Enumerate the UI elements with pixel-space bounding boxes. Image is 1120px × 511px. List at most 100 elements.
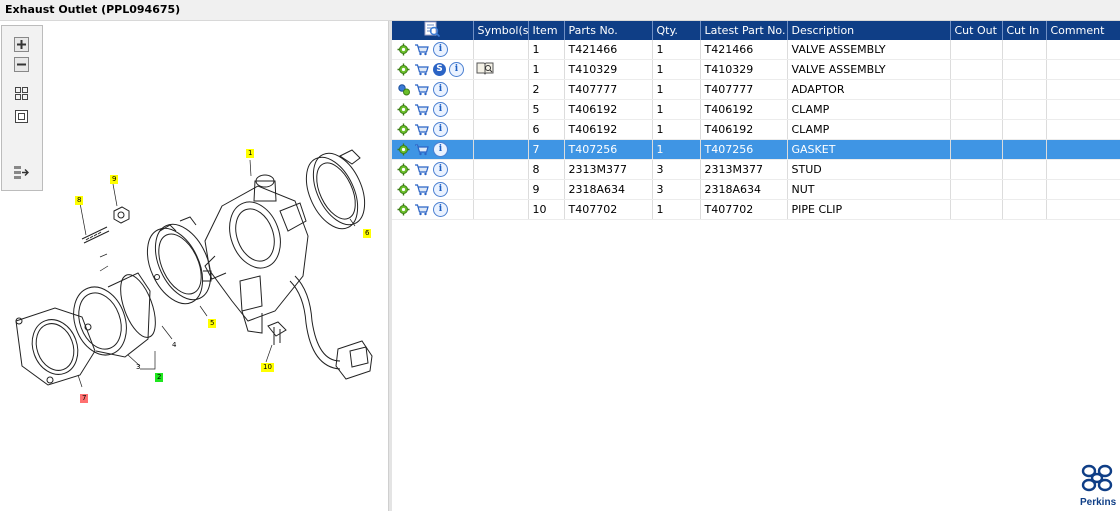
info-icon[interactable]: i (433, 202, 448, 217)
column-header-qty[interactable]: Qty. (652, 21, 701, 40)
settings-gear-icon[interactable] (397, 143, 411, 157)
supersession-icon[interactable]: S (433, 63, 446, 76)
cell-qty: 1 (652, 59, 701, 80)
cell-comment (1046, 139, 1120, 160)
row-actions: i (392, 199, 474, 220)
callout-label[interactable]: 8 (75, 196, 84, 205)
cell-symbols (473, 79, 529, 100)
cell-latest-part-no: T421466 (700, 40, 788, 60)
cell-parts-no: T406192 (564, 119, 653, 140)
page-title: Exhaust Outlet (PPL094675) (5, 3, 181, 16)
options-gear-icon[interactable] (397, 83, 411, 97)
column-header-item[interactable]: Item (528, 21, 565, 40)
table-row[interactable]: i 10 T407702 1 T407702 PIPE CLIP (392, 199, 1120, 220)
info-icon[interactable]: i (433, 122, 448, 137)
info-icon[interactable]: i (449, 62, 464, 77)
add-to-cart-icon[interactable] (414, 163, 430, 177)
add-to-cart-icon[interactable] (414, 103, 430, 117)
cell-cut-out (950, 99, 1003, 120)
table-header: Symbol(s) Item Parts No. Qty. Latest Par… (392, 21, 1120, 40)
add-to-cart-icon[interactable] (414, 143, 430, 157)
cell-cut-in (1002, 40, 1047, 60)
cell-cut-out (950, 59, 1003, 80)
table-row[interactable]: i 9 2318A634 3 2318A634 NUT (392, 179, 1120, 200)
manual-reference-icon[interactable] (476, 61, 494, 78)
settings-gear-icon[interactable] (397, 43, 411, 57)
cell-cut-in (1002, 59, 1047, 80)
cell-cut-out (950, 139, 1003, 160)
add-to-cart-icon[interactable] (414, 43, 430, 57)
add-to-cart-icon[interactable] (414, 183, 430, 197)
callout-label[interactable]: 6 (363, 229, 372, 238)
row-actions: Si (392, 59, 474, 80)
callout-label[interactable]: 7 (80, 394, 89, 403)
table-row[interactable]: i 8 2313M377 3 2313M377 STUD (392, 159, 1120, 180)
column-header-actions[interactable] (392, 21, 474, 40)
cell-symbols (473, 99, 529, 120)
parts-list-panel: Symbol(s) Item Parts No. Qty. Latest Par… (392, 21, 1120, 511)
column-header-comment[interactable]: Comment (1046, 21, 1120, 40)
callout-label[interactable]: 2 (155, 373, 164, 382)
cell-cut-in (1002, 199, 1047, 220)
add-to-cart-icon[interactable] (414, 123, 430, 137)
column-header-description[interactable]: Description (787, 21, 951, 40)
cell-qty: 1 (652, 40, 701, 60)
cell-cut-in (1002, 159, 1047, 180)
table-row[interactable]: i 2 T407777 1 T407777 ADAPTOR (392, 79, 1120, 100)
cell-qty: 1 (652, 199, 701, 220)
cell-description: VALVE ASSEMBLY (787, 59, 951, 80)
cell-parts-no: 2313M377 (564, 159, 653, 180)
settings-gear-icon[interactable] (397, 163, 411, 177)
table-row[interactable]: Si 1 T410329 1 T410329 VALVE ASSEMBLY (392, 59, 1120, 80)
callout-label[interactable]: 10 (261, 363, 274, 372)
add-to-cart-icon[interactable] (414, 203, 430, 217)
row-actions: i (392, 40, 474, 60)
cell-item: 9 (528, 179, 565, 200)
cell-cut-out (950, 79, 1003, 100)
cell-item: 5 (528, 99, 565, 120)
cell-cut-out (950, 159, 1003, 180)
callout-label[interactable]: 5 (208, 319, 217, 328)
column-header-parts-no[interactable]: Parts No. (564, 21, 653, 40)
settings-gear-icon[interactable] (397, 63, 411, 77)
settings-gear-icon[interactable] (397, 103, 411, 117)
table-row[interactable]: i 5 T406192 1 T406192 CLAMP (392, 99, 1120, 120)
column-header-latest-part-no[interactable]: Latest Part No. (700, 21, 788, 40)
column-header-cut-in[interactable]: Cut In (1002, 21, 1047, 40)
cell-description: VALVE ASSEMBLY (787, 40, 951, 60)
info-icon[interactable]: i (433, 142, 448, 157)
settings-gear-icon[interactable] (397, 203, 411, 217)
callout-label[interactable]: 4 (170, 341, 178, 350)
cell-symbols (473, 119, 529, 140)
cell-description: NUT (787, 179, 951, 200)
cell-item: 7 (528, 139, 565, 160)
table-row[interactable]: i 7 T407256 1 T407256 GASKET (392, 139, 1120, 160)
add-to-cart-icon[interactable] (414, 63, 430, 77)
cell-comment (1046, 199, 1120, 220)
cell-description: ADAPTOR (787, 79, 951, 100)
column-header-symbols[interactable]: Symbol(s) (473, 21, 529, 40)
cell-parts-no: T421466 (564, 40, 653, 60)
logo-text: Perkins (1080, 497, 1117, 508)
info-icon[interactable]: i (433, 42, 448, 57)
cell-item: 1 (528, 59, 565, 80)
cell-qty: 1 (652, 119, 701, 140)
info-icon[interactable]: i (433, 162, 448, 177)
info-icon[interactable]: i (433, 182, 448, 197)
info-icon[interactable]: i (433, 82, 448, 97)
info-icon[interactable]: i (433, 102, 448, 117)
table-row[interactable]: i 6 T406192 1 T406192 CLAMP (392, 119, 1120, 140)
column-header-cut-out[interactable]: Cut Out (950, 21, 1003, 40)
row-actions: i (392, 99, 474, 120)
callout-label[interactable]: 1 (246, 149, 255, 158)
table-row[interactable]: i 1 T421466 1 T421466 VALVE ASSEMBLY (392, 40, 1120, 60)
callout-label[interactable]: 3 (134, 363, 142, 372)
cell-parts-no: T407256 (564, 139, 653, 160)
search-icon[interactable] (424, 21, 441, 40)
settings-gear-icon[interactable] (397, 123, 411, 137)
cell-comment (1046, 40, 1120, 60)
add-to-cart-icon[interactable] (414, 83, 430, 97)
diagram-panel[interactable]: 1 9 8 6 5 3 4 2 7 10 (0, 21, 388, 511)
settings-gear-icon[interactable] (397, 183, 411, 197)
callout-label[interactable]: 9 (110, 175, 119, 184)
